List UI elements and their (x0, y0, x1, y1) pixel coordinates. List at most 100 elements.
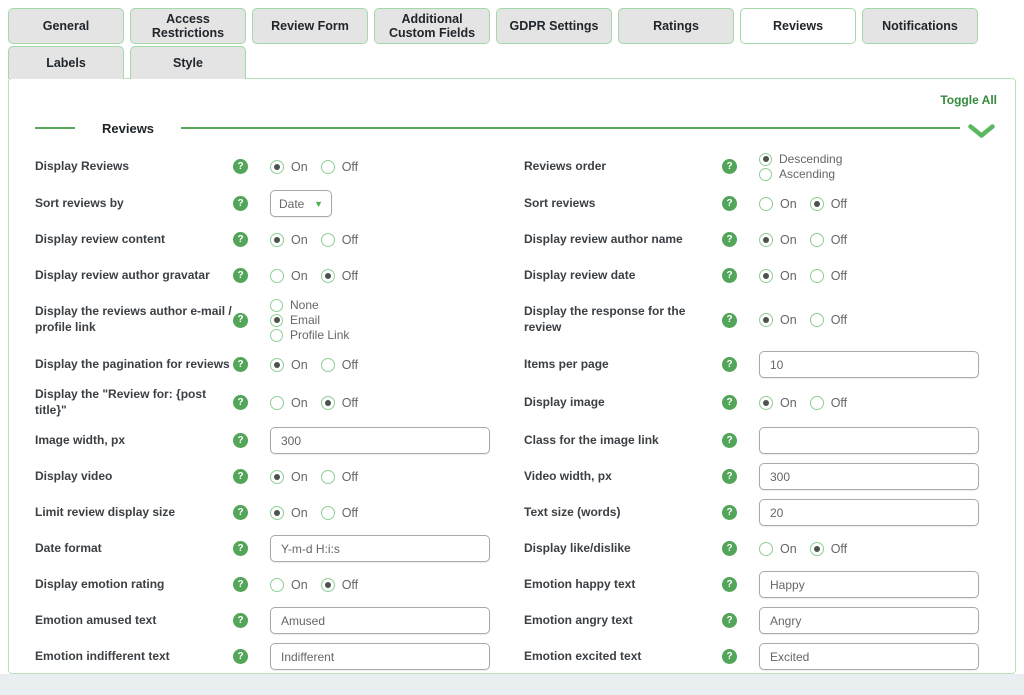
help-icon[interactable]: ? (722, 313, 737, 328)
help-icon[interactable]: ? (233, 469, 248, 484)
help-icon[interactable]: ? (722, 159, 737, 174)
radio-option-none[interactable]: None (270, 298, 349, 312)
radio-button[interactable] (759, 396, 773, 410)
sort-reviews-by-select[interactable]: Date▼ (270, 190, 332, 217)
radio-button[interactable] (321, 233, 335, 247)
help-icon[interactable]: ? (722, 268, 737, 283)
radio-button[interactable] (321, 269, 335, 283)
radio-option-off[interactable]: Off (810, 233, 847, 247)
radio-button[interactable] (270, 269, 284, 283)
help-icon[interactable]: ? (233, 613, 248, 628)
radio-button[interactable] (270, 233, 284, 247)
radio-button[interactable] (810, 396, 824, 410)
radio-option-on[interactable]: On (270, 269, 308, 283)
radio-option-on[interactable]: On (270, 396, 308, 410)
radio-button[interactable] (759, 269, 773, 283)
radio-option-off[interactable]: Off (810, 313, 847, 327)
help-icon[interactable]: ? (722, 649, 737, 664)
emotion-amused-text-input[interactable] (270, 607, 490, 634)
radio-button[interactable] (759, 233, 773, 247)
radio-option-on[interactable]: On (759, 396, 797, 410)
radio-option-off[interactable]: Off (321, 160, 358, 174)
radio-button[interactable] (759, 153, 772, 166)
toggle-all-link[interactable]: Toggle All (940, 93, 997, 107)
radio-button[interactable] (321, 578, 335, 592)
radio-button[interactable] (270, 358, 284, 372)
video-width-px-input[interactable] (759, 463, 979, 490)
radio-option-on[interactable]: On (759, 313, 797, 327)
radio-option-email[interactable]: Email (270, 313, 349, 327)
radio-button[interactable] (759, 168, 772, 181)
radio-button[interactable] (270, 506, 284, 520)
help-icon[interactable]: ? (722, 232, 737, 247)
help-icon[interactable]: ? (233, 541, 248, 556)
help-icon[interactable]: ? (722, 395, 737, 410)
tab-additional-custom-fields[interactable]: Additional Custom Fields (374, 8, 490, 44)
radio-option-on[interactable]: On (270, 578, 308, 592)
date-format-input[interactable] (270, 535, 490, 562)
radio-button[interactable] (810, 269, 824, 283)
help-icon[interactable]: ? (722, 196, 737, 211)
help-icon[interactable]: ? (722, 469, 737, 484)
tab-general[interactable]: General (8, 8, 124, 44)
radio-option-on[interactable]: On (270, 160, 308, 174)
radio-button[interactable] (810, 542, 824, 556)
help-icon[interactable]: ? (233, 433, 248, 448)
radio-option-on[interactable]: On (759, 542, 797, 556)
text-size-words-input[interactable] (759, 499, 979, 526)
radio-option-descending[interactable]: Descending (759, 152, 842, 166)
radio-button[interactable] (270, 578, 284, 592)
class-for-the-image-link-input[interactable] (759, 427, 979, 454)
radio-option-on[interactable]: On (759, 233, 797, 247)
emotion-angry-text-input[interactable] (759, 607, 979, 634)
radio-option-off[interactable]: Off (321, 358, 358, 372)
radio-button[interactable] (810, 233, 824, 247)
help-icon[interactable]: ? (722, 357, 737, 372)
help-icon[interactable]: ? (722, 577, 737, 592)
help-icon[interactable]: ? (233, 159, 248, 174)
help-icon[interactable]: ? (233, 268, 248, 283)
tab-reviews[interactable]: Reviews (740, 8, 856, 44)
tab-gdpr-settings[interactable]: GDPR Settings (496, 8, 612, 44)
radio-option-profile-link[interactable]: Profile Link (270, 328, 349, 342)
radio-button[interactable] (270, 160, 284, 174)
radio-option-on[interactable]: On (270, 506, 308, 520)
radio-option-off[interactable]: Off (321, 396, 358, 410)
radio-button[interactable] (759, 542, 773, 556)
radio-button[interactable] (321, 358, 335, 372)
radio-option-off[interactable]: Off (810, 542, 847, 556)
tab-access-restrictions[interactable]: Access Restrictions (130, 8, 246, 44)
help-icon[interactable]: ? (233, 232, 248, 247)
radio-option-on[interactable]: On (270, 233, 308, 247)
radio-button[interactable] (270, 314, 283, 327)
collapse-chevron-icon[interactable] (968, 124, 995, 143)
radio-button[interactable] (321, 506, 335, 520)
tab-style[interactable]: Style (130, 46, 246, 79)
radio-option-ascending[interactable]: Ascending (759, 167, 842, 181)
radio-button[interactable] (321, 470, 335, 484)
radio-button[interactable] (270, 299, 283, 312)
radio-button[interactable] (810, 313, 824, 327)
help-icon[interactable]: ? (233, 357, 248, 372)
help-icon[interactable]: ? (233, 577, 248, 592)
radio-button[interactable] (270, 470, 284, 484)
radio-option-on[interactable]: On (759, 269, 797, 283)
radio-option-off[interactable]: Off (810, 396, 847, 410)
radio-button[interactable] (321, 160, 335, 174)
help-icon[interactable]: ? (722, 433, 737, 448)
emotion-excited-text-input[interactable] (759, 643, 979, 670)
help-icon[interactable]: ? (233, 649, 248, 664)
tab-review-form[interactable]: Review Form (252, 8, 368, 44)
radio-option-on[interactable]: On (759, 197, 797, 211)
radio-option-off[interactable]: Off (321, 470, 358, 484)
radio-button[interactable] (270, 396, 284, 410)
radio-option-on[interactable]: On (270, 358, 308, 372)
emotion-indifferent-text-input[interactable] (270, 643, 490, 670)
tab-notifications[interactable]: Notifications (862, 8, 978, 44)
radio-option-off[interactable]: Off (321, 578, 358, 592)
radio-option-off[interactable]: Off (321, 506, 358, 520)
radio-button[interactable] (759, 313, 773, 327)
help-icon[interactable]: ? (233, 395, 248, 410)
items-per-page-input[interactable] (759, 351, 979, 378)
radio-button[interactable] (270, 329, 283, 342)
